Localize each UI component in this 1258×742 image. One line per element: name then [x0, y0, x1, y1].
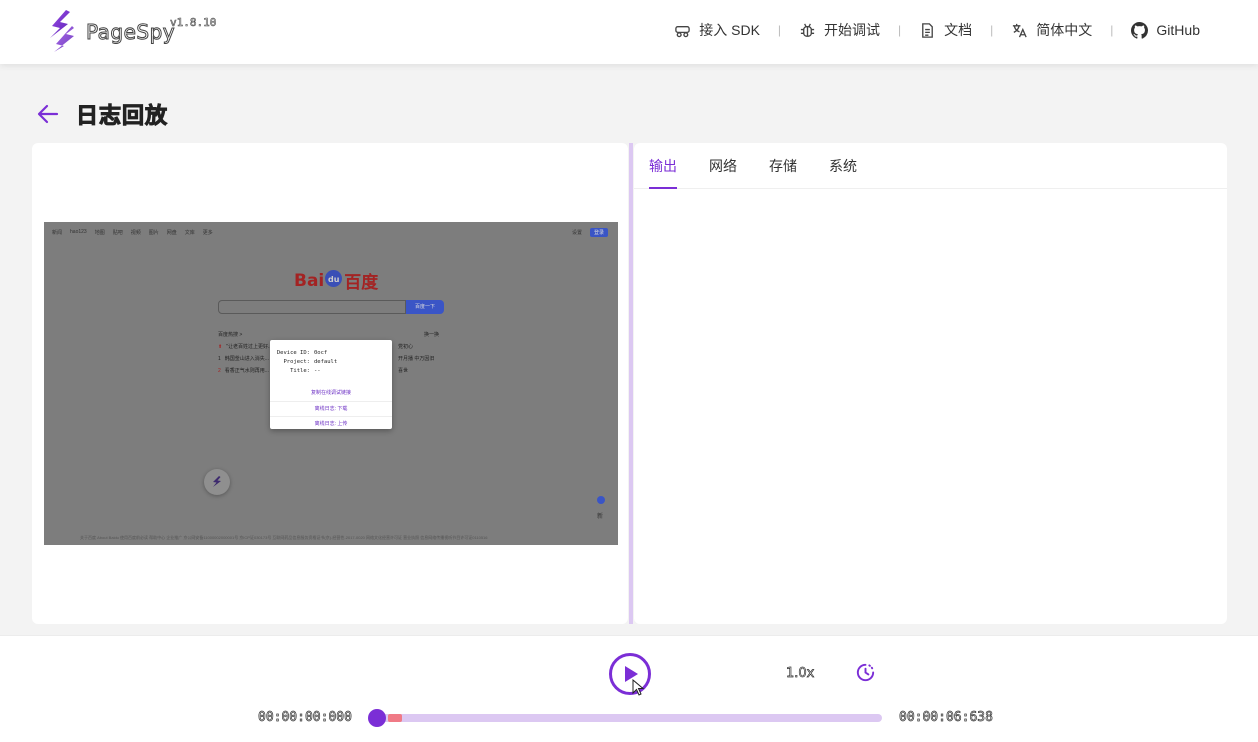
replay-hot-right: 党初心	[398, 344, 414, 350]
doc-icon	[922, 22, 934, 38]
hot-row-num: 2	[218, 368, 221, 374]
info-key: Project:	[283, 359, 311, 365]
replay-hot-row: 2 看香正气水则再用...	[218, 367, 269, 374]
replay-nav-left: 新闻 hao123 地图 贴吧 视频 图片 网盘 文库 更多	[52, 229, 213, 236]
replay-nav-item: 地图	[94, 230, 105, 236]
tab-system[interactable]: 系统	[829, 143, 857, 189]
nav-docs[interactable]: 文档	[919, 20, 972, 40]
device-info-popup: Device ID: 0ocf Project: default Title: …	[270, 340, 392, 429]
nav-sdk[interactable]: 接入 SDK	[674, 20, 760, 40]
sdk-icon	[675, 25, 691, 37]
replay-nav-item: 图片	[148, 230, 159, 236]
github-icon	[1131, 21, 1149, 39]
hot-row-text: 韩国釜山进入消失...	[224, 356, 269, 362]
nav-divider: |	[990, 23, 994, 37]
info-row: Project: default	[270, 358, 392, 367]
current-time: 00:00:00:000	[258, 710, 353, 726]
panel-resize-handle[interactable]	[629, 143, 633, 624]
nav-language-label: 简体中文	[1036, 22, 1093, 38]
nav-start-debug-label: 开始调试	[824, 22, 881, 38]
progress-track[interactable]	[378, 714, 882, 722]
nav-language[interactable]: 简体中文	[1011, 20, 1092, 40]
info-row: Title: --	[270, 367, 392, 376]
nav-start-debug[interactable]: 开始调试	[799, 20, 880, 40]
error-marker[interactable]	[388, 714, 402, 722]
info-key: Device ID:	[276, 350, 310, 356]
replay-hot-title: 百度热搜 >	[218, 332, 243, 338]
nav-github[interactable]: GitHub	[1131, 21, 1200, 39]
nav-docs-label: 文档	[944, 22, 973, 38]
hot-row-num: ⬆	[218, 344, 223, 350]
nav-divider: |	[777, 23, 782, 37]
total-time: 00:00:06:638	[899, 710, 994, 726]
offline-log-download: 离线日志: 下载	[270, 401, 392, 416]
mouse-cursor-icon	[632, 679, 645, 696]
version-badge: v1.8.10	[170, 16, 217, 30]
progress-thumb[interactable]	[368, 709, 386, 727]
replay-side-icon	[597, 496, 605, 504]
debug-icon	[800, 23, 815, 37]
popup-links: 复制在线调试链接 离线日志: 下载 离线日志: 上传	[270, 386, 392, 431]
copy-debug-link: 复制在线调试链接	[310, 390, 351, 396]
info-value: --	[314, 368, 321, 374]
baidu-paw-icon: du	[325, 270, 343, 287]
devtools-panel: 输出 网络 存储 系统	[634, 143, 1227, 624]
offline-log-upload: 离线日志: 上传	[270, 416, 392, 431]
back-arrow-icon[interactable]	[36, 102, 60, 126]
player-controls: 1.0x 00:00:00:000 00:00:06:638	[0, 635, 1258, 742]
replay-nav-item: 文库	[184, 230, 195, 236]
nav-sdk-label: 接入 SDK	[699, 22, 760, 38]
tab-storage[interactable]: 存储	[769, 143, 797, 189]
top-nav: 接入 SDK | 开始调试 | 文档 | 简体中文 | GitHub	[674, 20, 1200, 40]
replay-nav-item: 新闻	[52, 230, 63, 236]
baidu-logo: Bai du 百度	[294, 268, 378, 293]
nav-divider: |	[1110, 23, 1114, 37]
replay-nav-item: 更多	[202, 230, 213, 236]
info-row: Device ID: 0ocf	[270, 349, 392, 358]
nav-github-label: GitHub	[1156, 22, 1200, 38]
device-info: Device ID: 0ocf Project: default Title: …	[270, 349, 392, 376]
replay-footer: 关于百度 About Baidu 使用百度前必读 帮助中心 企业推广 京公网安备…	[80, 535, 488, 540]
hot-row-text: 看香正气水则再用...	[224, 368, 269, 374]
replay-panel: 新闻 hao123 地图 贴吧 视频 图片 网盘 文库 更多 设置 登录 Bai…	[32, 143, 628, 624]
replay-hot-right: 开月播 中万因旧	[398, 356, 435, 362]
replay-search-button: 百度一下	[406, 300, 444, 314]
timer-icon[interactable]	[854, 661, 877, 684]
replay-nav-right: 设置 登录	[572, 228, 608, 237]
info-value: 0ocf	[314, 350, 328, 356]
hot-row-num: 1	[218, 356, 221, 362]
nav-divider: |	[898, 23, 902, 37]
info-key: Title:	[290, 368, 310, 374]
replay-hot-change: 换一换	[424, 332, 440, 338]
replay-hot-row: ⬆ "让老百姓过上更好...	[218, 343, 272, 350]
top-bar: PageSpy v1.8.10 接入 SDK | 开始调试 | 文档 | 简体中…	[0, 0, 1258, 64]
pagespy-float-button	[204, 469, 230, 495]
replay-screen[interactable]: 新闻 hao123 地图 贴吧 视频 图片 网盘 文库 更多 设置 登录 Bai…	[44, 222, 618, 545]
replay-side-label: 新	[597, 514, 604, 520]
replay-nav-item: 贴吧	[112, 230, 123, 236]
speed-selector[interactable]: 1.0x	[786, 666, 815, 682]
baidu-logo-cn: 百度	[344, 273, 379, 293]
replay-login: 登录	[589, 228, 608, 237]
page-header: 日志回放	[36, 98, 168, 130]
pagespy-logo-icon	[213, 476, 221, 487]
replay-nav-item: hao123	[70, 229, 87, 235]
devtools-tabs: 输出 网络 存储 系统	[634, 143, 1227, 189]
replay-hot-row: 1 韩国釜山进入消失...	[218, 355, 269, 362]
replay-settings: 设置	[571, 230, 582, 236]
tab-network[interactable]: 网络	[709, 143, 737, 189]
baidu-logo-text: Bai	[294, 270, 325, 291]
brand-name: PageSpy	[85, 20, 176, 45]
replay-nav-item: 网盘	[166, 230, 177, 236]
pagespy-logo-icon[interactable]	[46, 8, 78, 52]
tab-console[interactable]: 输出	[649, 143, 677, 189]
info-value: default	[314, 359, 338, 365]
language-icon	[1013, 23, 1028, 37]
page-title: 日志回放	[75, 104, 169, 130]
replay-hot-right: 喜世	[398, 368, 409, 374]
replay-nav-item: 视频	[130, 230, 141, 236]
hot-row-text: "让老百姓过上更好...	[226, 344, 273, 350]
replay-search-box	[218, 300, 406, 314]
